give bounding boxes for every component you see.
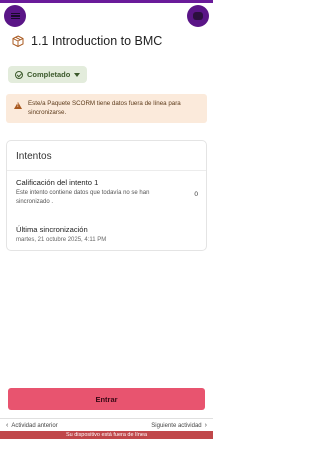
- top-accent-line: [0, 0, 213, 3]
- options-button[interactable]: [187, 5, 209, 27]
- last-sync-label: Última sincronización: [16, 225, 88, 234]
- completion-status-dropdown[interactable]: Completado: [8, 66, 88, 83]
- hamburger-menu-icon: [10, 12, 20, 20]
- attempts-title: Intentos: [16, 151, 52, 162]
- chevron-left-icon: ‹: [6, 422, 9, 429]
- warning-icon: [14, 102, 22, 109]
- chevron-right-icon: ›: [204, 422, 207, 429]
- attempt-score: 0: [194, 191, 198, 198]
- attempts-card: Intentos Calificación del intento 1 Este…: [6, 140, 207, 251]
- offline-data-warning: Este/a Paquete SCORM tiene datos fuera d…: [6, 94, 207, 123]
- check-circle-icon: [15, 70, 23, 79]
- page-header: 1.1 Introduction to BMC: [12, 34, 162, 48]
- enter-button[interactable]: Entrar: [8, 388, 205, 410]
- completion-status-label: Completado: [27, 70, 71, 79]
- bottom-divider: [0, 418, 213, 419]
- previous-activity-link[interactable]: ‹ Actividad anterior: [6, 422, 58, 429]
- package-box-icon: [12, 35, 24, 47]
- offline-status-bar: Su dispositivo está fuera de línea: [0, 431, 213, 439]
- options-icon: [193, 12, 203, 20]
- page-title: 1.1 Introduction to BMC: [31, 34, 163, 48]
- attempt-description: Este intento contiene datos que todavía …: [16, 190, 150, 205]
- last-sync-date: martes, 21 octubre 2025, 4:11 PM: [16, 237, 107, 243]
- previous-activity-label: Actividad anterior: [11, 422, 58, 429]
- menu-button[interactable]: [4, 5, 26, 27]
- next-activity-label: Siguiente actividad: [151, 422, 202, 429]
- attempt-grade-label: Calificación del intento 1: [16, 178, 99, 187]
- warning-text: Este/a Paquete SCORM tiene datos fuera d…: [28, 100, 181, 116]
- card-divider: [7, 170, 206, 171]
- chevron-down-icon: [74, 72, 81, 77]
- next-activity-link[interactable]: Siguiente actividad ›: [151, 422, 207, 429]
